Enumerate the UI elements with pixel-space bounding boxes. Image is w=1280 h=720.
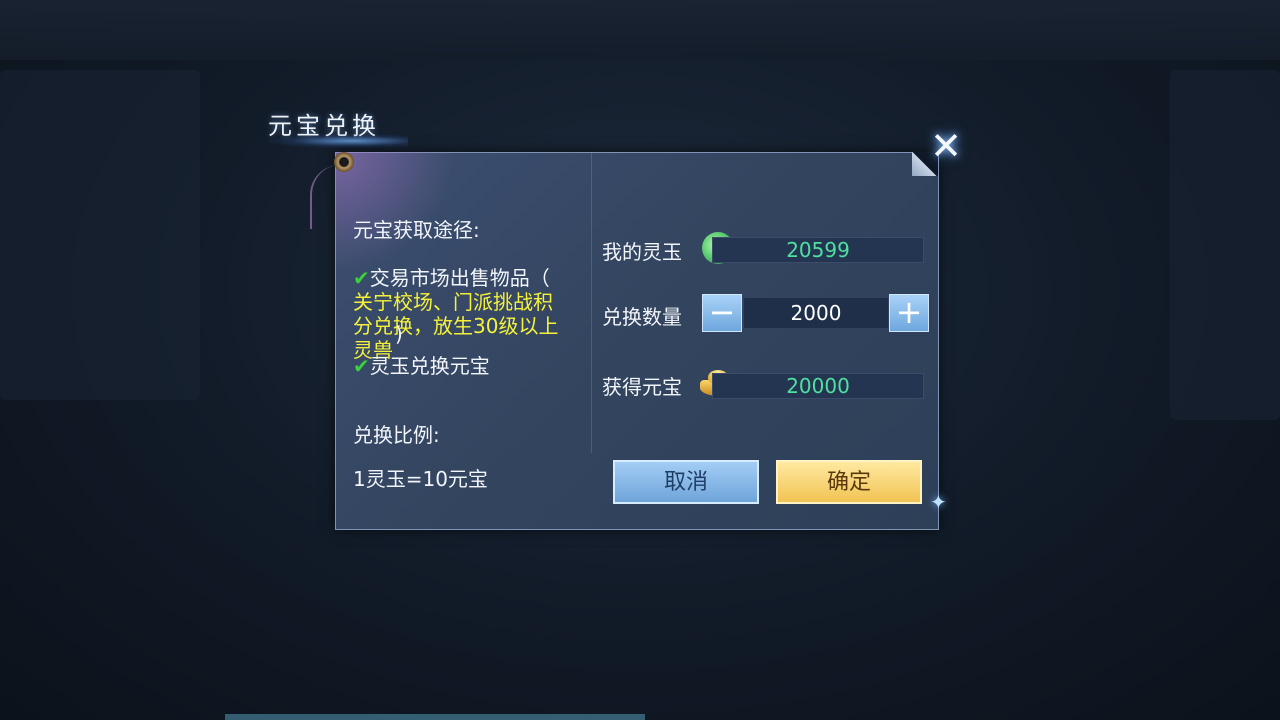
obtain-ingot-label: 获得元宝 bbox=[602, 375, 682, 399]
pin-icon bbox=[334, 152, 354, 172]
way-item-market-close-paren: ) bbox=[395, 322, 403, 346]
confirm-button[interactable]: 确定 bbox=[776, 460, 922, 504]
obtain-ingot-value: 20000 bbox=[712, 373, 924, 399]
my-jade-value: 20599 bbox=[712, 237, 924, 263]
title-decoration bbox=[268, 134, 408, 148]
acquire-ways-heading: 元宝获取途径: bbox=[353, 218, 480, 242]
way-item-jade-label: 灵玉兑换元宝 bbox=[369, 354, 490, 378]
increase-quantity-button[interactable]: + bbox=[889, 294, 929, 332]
exchange-quantity-label: 兑换数量 bbox=[602, 305, 682, 329]
background-panel bbox=[0, 70, 200, 400]
way-item-jade: ✔灵玉兑换元宝 bbox=[353, 350, 490, 379]
sparkle-icon: ✦ bbox=[930, 490, 947, 514]
background-panel bbox=[1170, 70, 1280, 420]
pin-string-decoration bbox=[310, 165, 342, 229]
panel-divider bbox=[591, 153, 592, 453]
exchange-ratio-heading: 兑换比例: bbox=[353, 423, 440, 447]
exchange-ratio-value: 1灵玉=10元宝 bbox=[353, 467, 488, 491]
exchange-quantity-input[interactable]: 2000 bbox=[744, 298, 888, 328]
cancel-button[interactable]: 取消 bbox=[613, 460, 759, 504]
check-icon: ✔ bbox=[353, 354, 370, 378]
decrease-quantity-button[interactable]: − bbox=[702, 294, 742, 332]
close-icon[interactable]: ✕ bbox=[926, 126, 966, 166]
background-bar bbox=[225, 714, 645, 720]
background-top-bar bbox=[0, 0, 1280, 60]
my-jade-label: 我的灵玉 bbox=[602, 240, 682, 264]
